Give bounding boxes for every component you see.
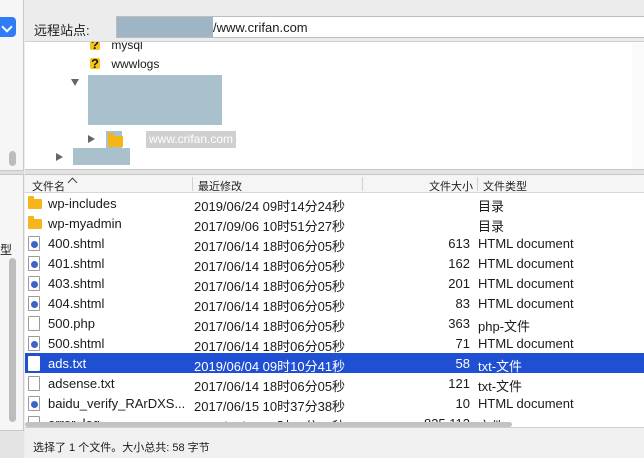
file-row[interactable]: 400.shtml 2017/06/14 18时06分05秒 613 HTML doc… [25,233,644,254]
local-list-scrollbar[interactable] [9,258,16,422]
file-name: wp-myadmin [48,216,122,231]
file-type: HTML document [478,336,574,351]
file-row[interactable]: 401.shtml 2017/06/14 18时06分05秒 162 HTML doc… [25,253,644,274]
folder-icon [28,196,42,209]
column-header-name[interactable]: 文件名 [32,178,65,194]
redacted-path-segment [117,17,213,37]
file-icon [28,356,40,371]
file-size: 201 [448,276,470,291]
tree-item-www-crifan[interactable]: www.crifan.com [146,131,237,148]
local-site-dropdown[interactable] [0,17,16,37]
file-row[interactable]: 500.shtml 2017/06/14 18时06分05秒 71 HTML docu… [25,333,644,354]
file-type: HTML document [478,276,574,291]
collapse-triangle-icon[interactable] [56,153,63,161]
local-column-header-fragment: 型 [0,243,13,257]
remote-file-list[interactable]: 文件名 最近修改 文件大小 文件类型 wp-includes 2019/06/24… [25,175,644,427]
column-header-modified[interactable]: 最近修改 [198,178,242,194]
file-row[interactable]: wp-includes 2019/06/24 09时14分24秒 目录 [25,193,644,214]
sort-ascending-icon[interactable] [67,177,78,188]
question-folder-icon: ? [88,56,102,71]
file-row[interactable]: 500.php 2017/06/14 18时06分05秒 363 php-文件 [25,313,644,334]
column-divider[interactable] [362,177,363,191]
file-size: 162 [448,256,470,271]
folder-icon [108,133,123,147]
remote-site-bar: 远程站点: /www.crifan.com [24,9,644,41]
file-name: 400.shtml [48,236,105,251]
file-name: ads.txt [48,356,87,371]
file-name: 500.shtml [48,336,105,351]
html-file-icon [28,236,40,251]
selection-status-text: 选择了 1 个文件。大小总共: 58 字节 [33,442,210,454]
tree-item-wwwlogs[interactable]: ? wwwlogs [88,56,159,74]
file-name: baidu_verify_RArDXS... [48,396,186,411]
tree-item-label: mysql [111,41,143,52]
file-row[interactable]: ads.txt 2019/06/04 09时10分41秒 58 txt-文件 [25,353,644,374]
file-name: wp-includes [48,196,117,211]
collapse-triangle-icon[interactable] [88,135,95,143]
file-size: 121 [448,376,470,391]
column-header-size[interactable]: 文件大小 [429,178,473,194]
redacted-tree-item [73,148,130,165]
column-header-type[interactable]: 文件类型 [483,178,527,194]
tree-item-label: wwwlogs [111,57,160,71]
file-size: 71 [455,336,470,351]
file-name: 401.shtml [48,256,105,271]
file-type: HTML document [478,296,574,311]
file-icon [28,316,40,331]
expand-triangle-icon[interactable] [71,79,79,86]
remote-site-path: /www.crifan.com [213,20,308,35]
file-size: 58 [455,356,470,371]
file-row[interactable]: 403.shtml 2017/06/14 18时06分05秒 201 HTML doc… [25,273,644,294]
html-file-icon [28,296,40,311]
column-divider[interactable] [192,177,193,191]
file-size: 10 [455,396,470,411]
local-tree-scrollbar[interactable] [9,151,16,166]
redacted-tree-item [88,75,222,125]
column-divider[interactable] [477,177,478,191]
file-size: 363 [448,316,470,331]
tree-scrollbar[interactable] [632,42,644,169]
file-name: adsense.txt [48,376,115,391]
local-pane-splitter[interactable] [0,170,24,175]
file-row[interactable]: 404.shtml 2017/06/14 18时06分05秒 83 HTML docu… [25,293,644,314]
remote-site-input[interactable]: /www.crifan.com [116,16,644,38]
file-row[interactable]: adsense.txt 2017/06/14 18时06分05秒 121 txt-文件 [25,373,644,394]
status-bar: 选择了 1 个文件。大小总共: 58 字节 [25,427,644,458]
html-file-icon [28,256,40,271]
file-name: 500.php [48,316,95,331]
file-icon [28,376,40,391]
local-status-bar [0,430,24,458]
file-name: 403.shtml [48,276,105,291]
file-name: 404.shtml [48,296,105,311]
file-type: HTML document [478,396,574,411]
html-file-icon [28,336,40,351]
html-file-icon [28,396,40,411]
remote-site-label: 远程站点: [34,23,90,38]
file-type: HTML document [478,256,574,271]
html-file-icon [28,276,40,291]
remote-directory-tree[interactable]: ? mysql ? wwwlogs www.crifan.com [25,41,644,169]
folder-icon [28,216,42,229]
file-list-header: 文件名 最近修改 文件大小 文件类型 [25,175,644,193]
file-size: 83 [455,296,470,311]
file-row[interactable]: wp-myadmin 2017/09/06 10时51分27秒 目录 [25,213,644,234]
file-size: 613 [448,236,470,251]
file-row[interactable]: baidu_verify_RArDXS... 2017/06/15 10时37分3… [25,393,644,414]
tree-item-mysql[interactable]: ? mysql [88,41,143,55]
local-pane-strip: 型 [0,0,24,458]
question-folder-icon: ? [88,42,102,52]
file-type: HTML document [478,236,574,251]
